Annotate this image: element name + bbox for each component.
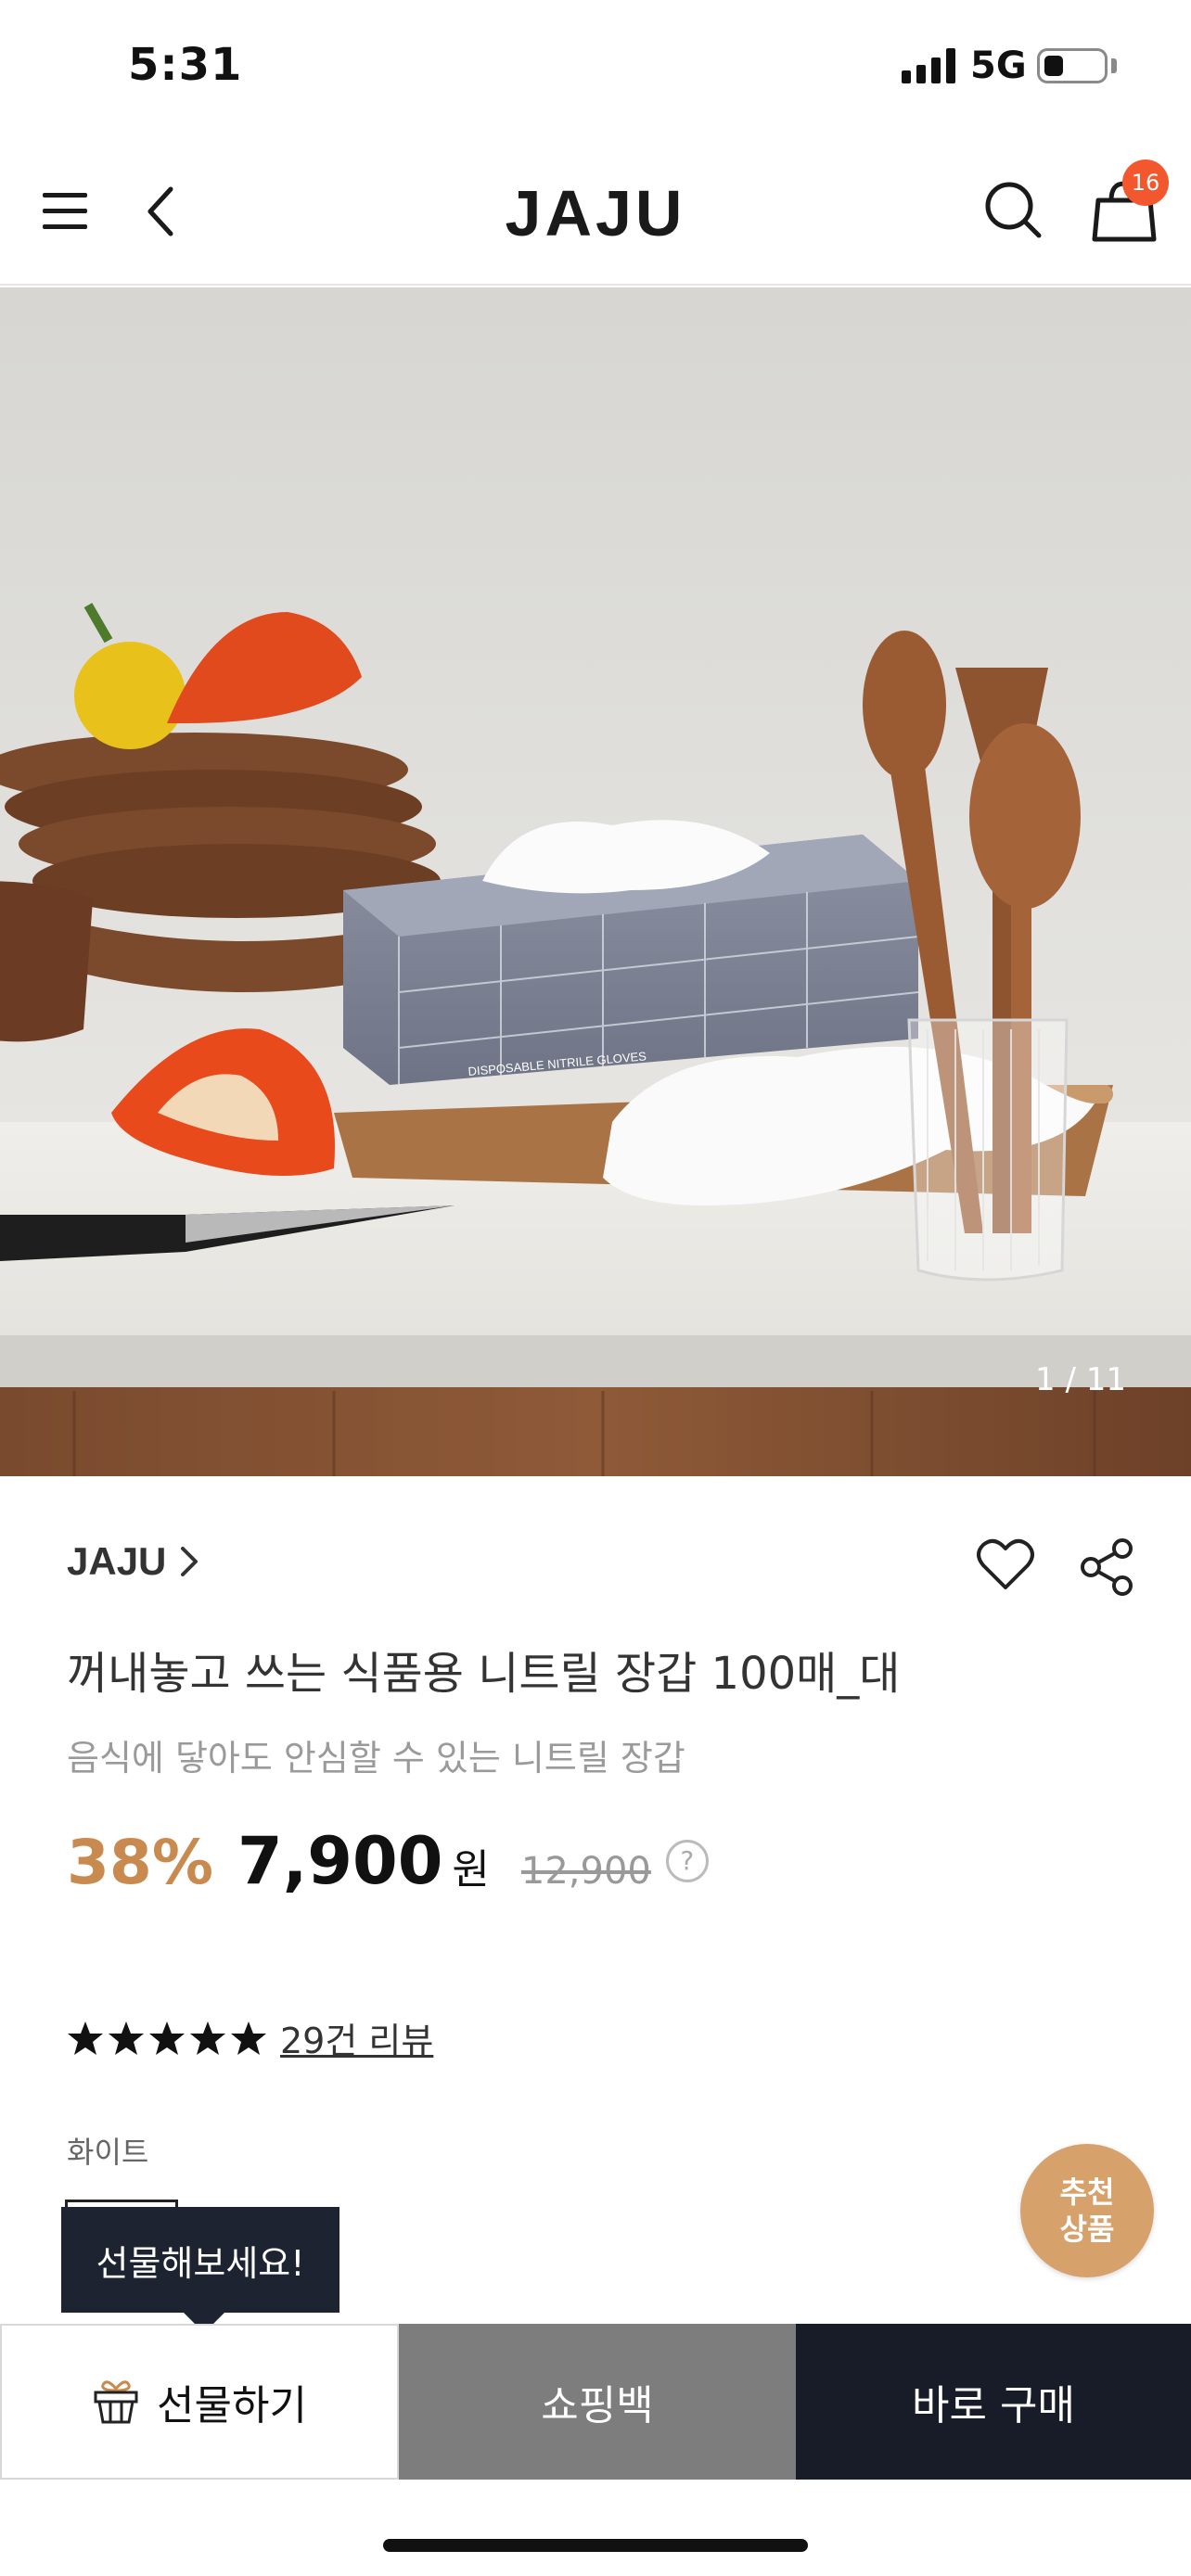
recommend-button[interactable]: 추천 상품 <box>1020 2144 1154 2277</box>
home-indicator[interactable] <box>383 2539 808 2552</box>
rating-stars <box>67 2020 267 2057</box>
discount-rate: 38% <box>67 1827 213 1898</box>
cart-badge: 16 <box>1122 159 1169 206</box>
star-icon <box>190 2021 225 2055</box>
product-image[interactable]: DISPOSABLE NITRILE GLOVES 1 / 11 <box>0 287 1191 1476</box>
image-counter: 1 / 11 <box>1035 1361 1126 1398</box>
battery-icon <box>1037 48 1108 83</box>
star-icon <box>109 2021 144 2055</box>
status-time: 5:31 <box>128 39 243 91</box>
price-row: 38% 7,900 원 12,900 ? <box>67 1823 709 1899</box>
gift-button[interactable]: 선물하기 <box>0 2324 399 2480</box>
star-icon <box>149 2021 185 2055</box>
signal-icon <box>902 48 957 83</box>
gift-icon <box>94 2380 138 2424</box>
currency-unit: 원 <box>452 1846 490 1894</box>
app-header: JAJU <box>0 139 1191 286</box>
review-link[interactable]: 29건 리뷰 <box>280 2012 433 2063</box>
share-icon[interactable] <box>1080 1537 1135 1597</box>
shopping-bag-button[interactable]: 쇼핑백 <box>399 2324 796 2480</box>
star-icon <box>68 2021 103 2055</box>
product-title: 꺼내놓고 쓰는 식품용 니트릴 장갑 100매_대 <box>67 1648 901 1700</box>
status-bar: 5:31 5G <box>0 0 1191 139</box>
buy-now-button[interactable]: 바로 구매 <box>796 2324 1191 2480</box>
brand-name: JAJU <box>67 1539 167 1583</box>
gift-tooltip: 선물해보세요! <box>61 2207 339 2313</box>
product-subtitle: 음식에 닿아도 안심할 수 있는 니트릴 장갑 <box>67 1738 685 1779</box>
question-icon[interactable]: ? <box>665 1840 709 1882</box>
network-label: 5G <box>970 45 1027 87</box>
action-bar: 선물하기 쇼핑백 바로 구매 <box>0 2324 1191 2480</box>
original-price: 12,900 <box>520 1850 651 1893</box>
search-icon[interactable] <box>983 178 1043 241</box>
chevron-right-icon <box>181 1547 198 1576</box>
battery-nub <box>1111 58 1117 73</box>
option-label: 화이트 <box>67 2135 149 2170</box>
sale-price: 7,900 <box>237 1823 443 1899</box>
recommend-line-2: 상품 <box>1059 2212 1115 2247</box>
rating: 29건 리뷰 <box>67 2012 433 2063</box>
gift-button-label: 선물하기 <box>157 2382 307 2429</box>
recommend-line-1: 추천 <box>1059 2174 1115 2210</box>
brand-link[interactable]: JAJU <box>67 1539 199 1584</box>
star-icon <box>231 2021 266 2055</box>
product-photo: DISPOSABLE NITRILE GLOVES <box>0 287 1191 1476</box>
heart-icon[interactable] <box>976 1537 1035 1593</box>
